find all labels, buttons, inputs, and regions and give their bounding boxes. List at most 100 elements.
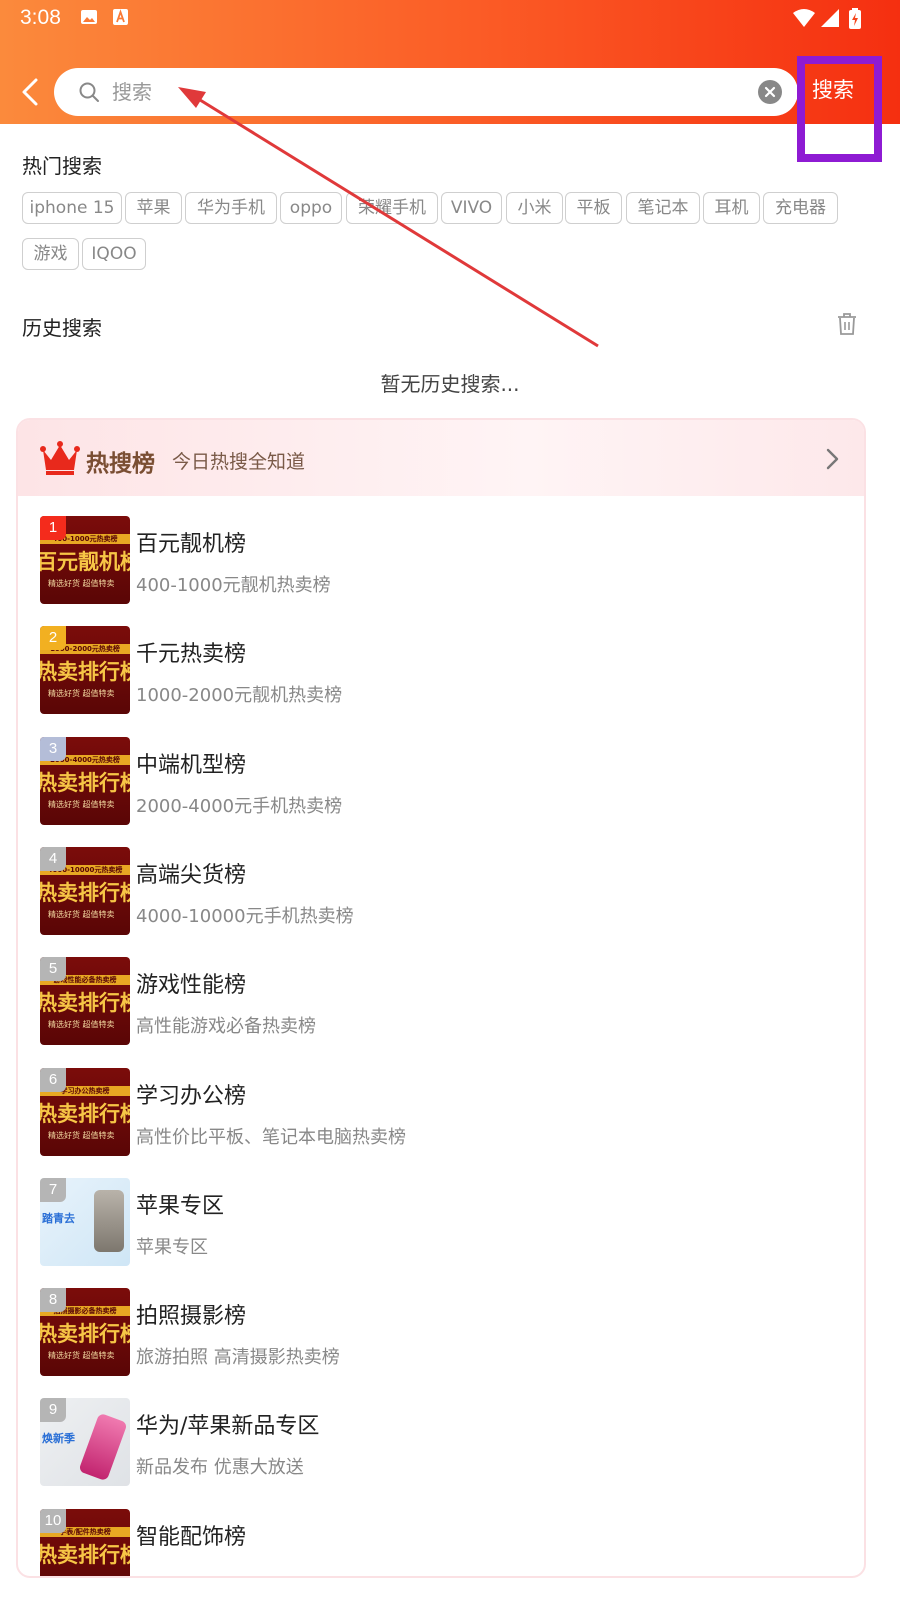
hot-search-tag[interactable]: VIVO: [441, 192, 502, 224]
highlight-box: [797, 56, 882, 162]
item-subtitle: 400-1000元靓机热卖榜: [136, 575, 331, 596]
item-title: 学习办公榜: [136, 1083, 247, 1109]
hot-list-item[interactable]: 2000-4000元热卖榜热卖排行榜精选好货 超值特卖3中端机型榜2000-40…: [40, 736, 840, 827]
search-icon: [79, 82, 99, 102]
search-input[interactable]: [112, 76, 732, 108]
hot-list-item[interactable]: 游戏性能必备热卖榜热卖排行榜精选好货 超值特卖5游戏性能榜高性能游戏必备热卖榜: [40, 957, 840, 1047]
hot-search-tag[interactable]: 小米: [506, 192, 563, 224]
hot-list-item[interactable]: 400-1000元热卖榜百元靓机榜精选好货 超值特卖1百元靓机榜400-1000…: [40, 516, 840, 606]
item-title: 百元靓机榜: [136, 532, 247, 557]
hot-list-item[interactable]: 踏青去 7 苹果专区 苹果专区: [40, 1177, 840, 1268]
item-title: 华为/苹果新品专区: [136, 1414, 320, 1440]
chevron-right-icon[interactable]: [822, 446, 842, 472]
phone-image: [78, 1413, 128, 1482]
item-title: 智能配饰榜: [136, 1524, 247, 1550]
item-subtitle: 旅游拍照 高清摄影热卖榜: [136, 1347, 340, 1369]
rank-badge: 9: [40, 1398, 66, 1423]
search-box[interactable]: [54, 68, 798, 116]
font-icon: [113, 9, 128, 25]
hot-list-header[interactable]: 热搜榜 今日热搜全知道: [18, 420, 864, 496]
back-icon[interactable]: [14, 72, 50, 112]
thumb-headline: 热卖排行榜: [40, 1542, 130, 1567]
thumb-headline: 热卖排行榜: [40, 770, 130, 795]
thumb-tagline: 精选好货 超值特卖: [48, 1130, 115, 1140]
phone-image: [94, 1189, 124, 1252]
item-thumbnail: 游戏性能必备热卖榜热卖排行榜精选好货 超值特卖5: [40, 957, 130, 1046]
hot-list-item[interactable]: 手表/配件热卖榜热卖排行榜10智能配饰榜: [40, 1508, 840, 1576]
item-subtitle: 4000-10000元手机热卖榜: [136, 905, 354, 927]
rank-badge: 2: [40, 626, 66, 651]
wifi-icon: [793, 9, 815, 27]
thumb-tagline: 精选好货 超值特卖: [48, 689, 115, 699]
rank-badge: 4: [40, 846, 66, 871]
thumb-tagline: 精选好货 超值特卖: [48, 1020, 115, 1030]
hot-search-tag[interactable]: iphone 15: [22, 192, 122, 224]
status-bar: 3:08: [0, 0, 900, 40]
trash-icon[interactable]: [836, 312, 858, 336]
hot-search-tag[interactable]: oppo: [280, 192, 342, 224]
hot-list-item[interactable]: 1000-2000元热卖榜热卖排行榜精选好货 超值特卖2千元热卖榜1000-20…: [40, 626, 840, 716]
crown-icon: [40, 441, 80, 475]
hot-list-item[interactable]: 学习办公热卖榜热卖排行榜精选好货 超值特卖6学习办公榜高性价比平板、笔记本电脑热…: [40, 1067, 840, 1158]
hot-search-tag[interactable]: 充电器: [763, 192, 838, 224]
hot-list-subtitle: 今日热搜全知道: [172, 451, 306, 473]
image-icon: [81, 10, 97, 24]
history-empty-text: 暂无历史搜索...: [380, 372, 520, 396]
item-subtitle: 2000-4000元手机热卖榜: [136, 795, 343, 817]
rank-badge: 1: [40, 516, 66, 540]
hot-search-tag[interactable]: 游戏: [22, 238, 79, 270]
item-thumbnail: 学习办公热卖榜热卖排行榜精选好货 超值特卖6: [40, 1067, 130, 1156]
item-subtitle: 1000-2000元靓机热卖榜: [136, 685, 343, 707]
rank-badge: 5: [40, 957, 66, 982]
item-title: 拍照摄影榜: [136, 1304, 247, 1330]
item-title: 苹果专区: [136, 1193, 225, 1219]
item-title: 千元热卖榜: [136, 642, 247, 668]
item-thumbnail: 2000-4000元热卖榜热卖排行榜精选好货 超值特卖3: [40, 736, 130, 825]
hot-search-tag[interactable]: IQOO: [82, 238, 146, 270]
item-subtitle: 高性能游戏必备热卖榜: [136, 1016, 316, 1038]
item-title: 游戏性能榜: [136, 973, 247, 999]
hot-search-tag[interactable]: 耳机: [703, 192, 760, 224]
hot-search-tag[interactable]: 笔记本: [626, 192, 700, 224]
item-thumbnail: 4000-10000元热卖榜热卖排行榜精选好货 超值特卖4: [40, 846, 130, 935]
hot-search-title: 热门搜索: [22, 154, 102, 178]
history-title: 历史搜索: [22, 316, 102, 340]
thumb-headline: 热卖排行榜: [40, 660, 130, 685]
rank-badge: 8: [40, 1288, 66, 1313]
thumb-tagline: 精选好货 超值特卖: [48, 909, 115, 919]
item-thumbnail: 手表/配件热卖榜热卖排行榜10: [40, 1508, 130, 1576]
rank-badge: 10: [40, 1508, 66, 1533]
signal-icon: [821, 9, 839, 27]
thumb-tagline: 精选好货 超值特卖: [48, 1351, 115, 1361]
thumb-headline: 百元靓机榜: [40, 550, 130, 574]
hot-list-item[interactable]: 4000-10000元热卖榜热卖排行榜精选好货 超值特卖4高端尖货榜4000-1…: [40, 846, 840, 937]
item-thumbnail: 400-1000元热卖榜百元靓机榜精选好货 超值特卖1: [40, 516, 130, 604]
item-thumbnail: 1000-2000元热卖榜热卖排行榜精选好货 超值特卖2: [40, 626, 130, 715]
item-thumbnail: 焕新季 9: [40, 1398, 130, 1487]
hot-search-tag[interactable]: 苹果: [125, 192, 182, 224]
thumb-headline: 热卖排行榜: [40, 991, 130, 1016]
clear-icon[interactable]: [758, 80, 782, 104]
hot-list-item[interactable]: 焕新季 9 华为/苹果新品专区新品发布 优惠大放送: [40, 1398, 840, 1488]
thumb-headline: 热卖排行榜: [40, 1322, 130, 1347]
battery-icon: [849, 8, 861, 29]
thumb-tagline: 精选好货 超值特卖: [48, 799, 115, 809]
hot-search-tag[interactable]: 华为手机: [185, 192, 277, 224]
hot-list-item[interactable]: 拍照摄影必备热卖榜热卖排行榜精选好货 超值特卖8拍照摄影榜旅游拍照 高清摄影热卖…: [40, 1288, 840, 1378]
item-title: 中端机型榜: [136, 752, 247, 778]
hot-search-tag[interactable]: 荣耀手机: [346, 192, 438, 224]
item-thumbnail: 拍照摄影必备热卖榜热卖排行榜精选好货 超值特卖8: [40, 1288, 130, 1377]
thumb-caption: 焕新季: [42, 1432, 75, 1446]
rank-badge: 6: [40, 1067, 66, 1092]
thumb-headline: 热卖排行榜: [40, 880, 130, 905]
thumb-headline: 热卖排行榜: [40, 1101, 130, 1126]
item-title: 高端尖货榜: [136, 862, 247, 888]
status-time: 3:08: [20, 6, 61, 29]
item-subtitle: 高性价比平板、笔记本电脑热卖榜: [136, 1126, 406, 1148]
rank-badge: 7: [40, 1177, 66, 1202]
thumb-tagline: 精选好货 超值特卖: [48, 579, 115, 588]
item-thumbnail: 踏青去 7: [40, 1177, 130, 1266]
thumb-caption: 踏青去: [42, 1211, 75, 1225]
item-subtitle: 新品发布 优惠大放送: [136, 1457, 304, 1479]
hot-search-tag[interactable]: 平板: [565, 192, 622, 224]
